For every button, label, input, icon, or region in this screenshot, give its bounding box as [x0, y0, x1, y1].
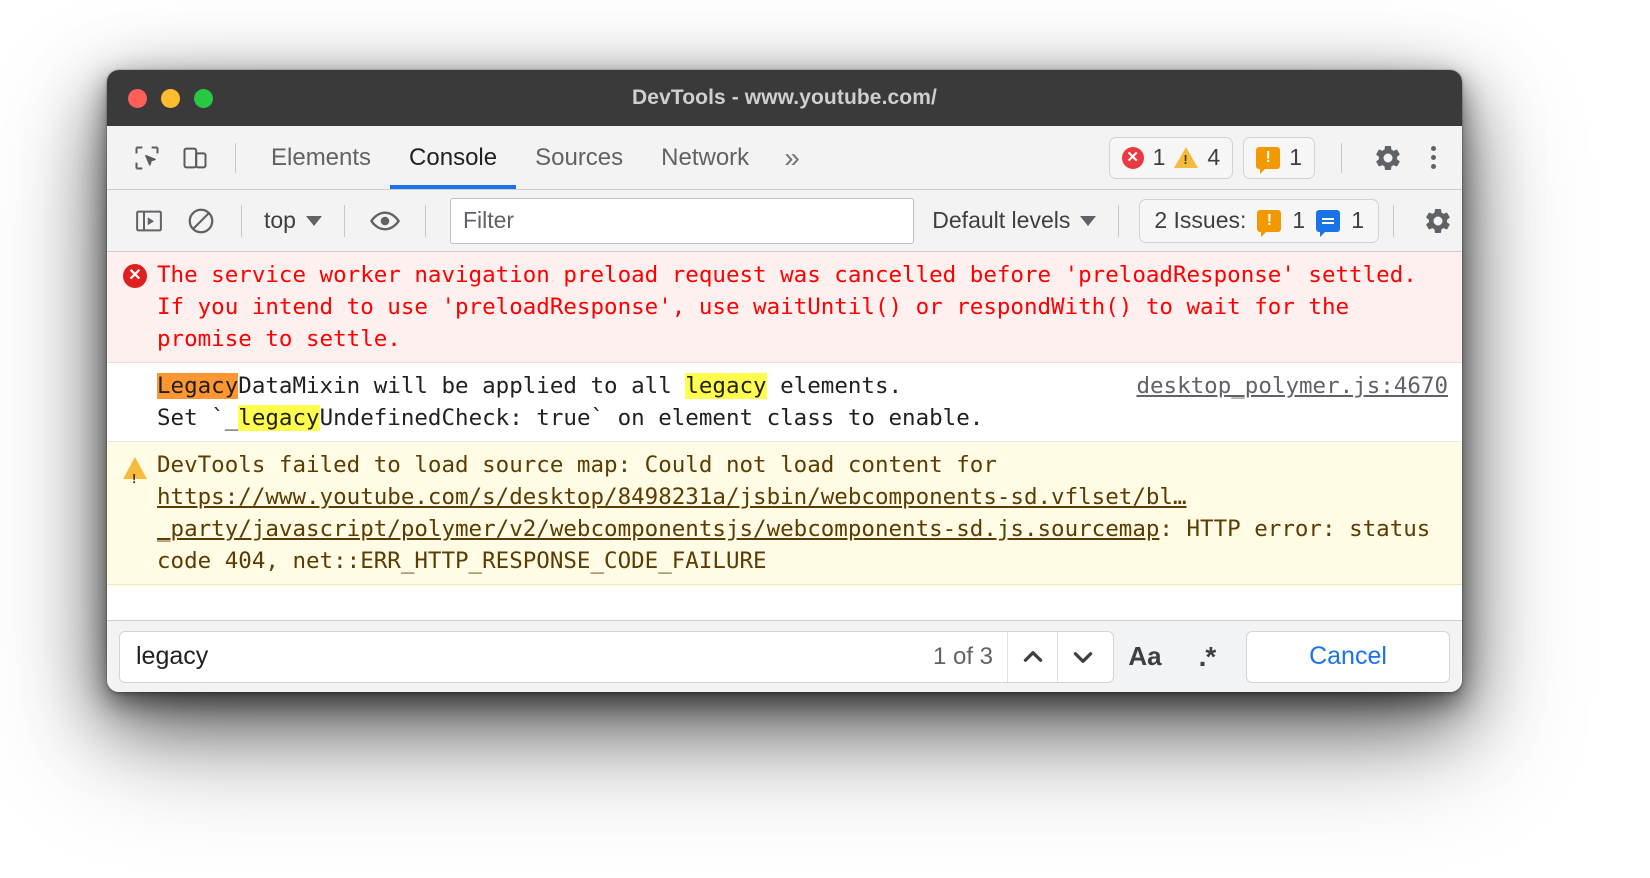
log-levels-label: Default levels	[932, 207, 1071, 233]
issues-blue-count: 1	[1351, 207, 1364, 233]
issue-badge-icon: !	[1256, 146, 1281, 174]
console-toolbar-divider-5	[1393, 204, 1394, 237]
kebab-menu-icon[interactable]	[1412, 134, 1454, 182]
info-line2-part-c: UndefinedCheck: true` on element class t…	[319, 405, 984, 431]
info-message-text: LegacyDataMixin will be applied to all l…	[157, 370, 1122, 402]
issue-badge-blue-icon	[1316, 209, 1341, 237]
console-toolbar-divider-2	[343, 204, 345, 237]
search-prev-button[interactable]	[1007, 631, 1057, 682]
console-message-list[interactable]: ✕ The service worker navigation preload …	[107, 252, 1462, 620]
console-message-error[interactable]: ✕ The service worker navigation preload …	[107, 252, 1462, 363]
error-message-text: The service worker navigation preload re…	[157, 262, 1431, 352]
tab-elements[interactable]: Elements	[252, 126, 390, 189]
source-map-url-link[interactable]: https://www.youtube.com/s/desktop/849823…	[157, 484, 1187, 542]
log-levels-selector[interactable]: Default levels	[924, 207, 1104, 234]
cancel-button[interactable]: Cancel	[1246, 630, 1450, 683]
console-toolbar-divider-4	[1118, 204, 1120, 237]
warning-count: 4	[1207, 144, 1221, 170]
tab-console[interactable]: Console	[390, 126, 517, 189]
search-input[interactable]	[136, 642, 919, 671]
chevron-double-right-icon[interactable]: »	[768, 142, 816, 174]
execution-context-label: top	[264, 207, 296, 233]
search-match-active: Legacy	[157, 373, 239, 399]
tab-network[interactable]: Network	[642, 126, 768, 189]
window-titlebar: DevTools - www.youtube.com/	[107, 70, 1462, 126]
info-text-part-b: DataMixin will be applied to all	[238, 373, 686, 399]
message-gutter: ✕	[123, 259, 157, 355]
devtools-tabbar: Elements Console Sources Network » ✕ 1 4…	[107, 126, 1462, 190]
tab-sources[interactable]: Sources	[516, 126, 642, 189]
toolbar-divider-2	[1341, 142, 1342, 173]
console-sidebar-icon[interactable]	[123, 199, 175, 243]
message-row-with-source: LegacyDataMixin will be applied to all l…	[157, 370, 1448, 402]
console-message-warning[interactable]: DevTools failed to load source map: Coul…	[107, 442, 1462, 585]
search-next-button[interactable]	[1057, 631, 1107, 682]
window-title: DevTools - www.youtube.com/	[632, 86, 937, 109]
execution-context-selector[interactable]: top	[256, 207, 330, 234]
info-text-part-d: elements.	[766, 373, 903, 399]
device-toolbar-icon[interactable]	[171, 136, 219, 180]
warning-triangle-icon	[123, 457, 147, 495]
issues-count-group[interactable]: ! 1	[1243, 136, 1315, 179]
error-warning-counts[interactable]: ✕ 1 4	[1108, 136, 1234, 179]
source-location-link[interactable]: desktop_polymer.js:4670	[1136, 370, 1448, 402]
message-gutter-3	[123, 449, 157, 577]
search-match: legacy	[685, 373, 767, 399]
info-line2-part-a: Set `_	[157, 405, 239, 431]
close-window-button[interactable]	[128, 88, 147, 108]
issues-summary-label: 2 Issues:	[1154, 207, 1247, 233]
error-circle-icon: ✕	[123, 264, 147, 288]
devtools-window: DevTools - www.youtube.com/ Elements Con…	[107, 70, 1462, 692]
console-message-info[interactable]: LegacyDataMixin will be applied to all l…	[107, 363, 1462, 442]
console-toolbar-divider	[241, 204, 242, 237]
search-match-2: legacy	[238, 405, 320, 431]
issue-count: 1	[1289, 144, 1302, 170]
console-toolbar-divider-3	[424, 204, 426, 237]
warning-prefix: DevTools failed to load source map: Coul…	[157, 452, 1011, 478]
live-expression-icon[interactable]	[359, 199, 411, 243]
issues-orange-count: 1	[1292, 207, 1306, 233]
issues-summary-button[interactable]: 2 Issues: ! 1 1	[1139, 198, 1379, 243]
console-settings-gear-icon[interactable]	[1414, 197, 1462, 245]
match-case-button[interactable]: Aa	[1114, 631, 1176, 683]
screenshot-stage: DevTools - www.youtube.com/ Elements Con…	[0, 0, 1650, 878]
error-count: 1	[1152, 144, 1166, 170]
chevron-down-icon	[305, 215, 322, 226]
filter-input[interactable]	[449, 197, 915, 244]
warning-triangle-icon	[1174, 147, 1199, 168]
message-body-2: LegacyDataMixin will be applied to all l…	[157, 370, 1448, 434]
minimize-window-button[interactable]	[161, 88, 180, 108]
search-match-count: 1 of 3	[932, 642, 993, 670]
message-body: The service worker navigation preload re…	[157, 259, 1448, 355]
message-body-3: DevTools failed to load source map: Coul…	[157, 449, 1448, 577]
console-toolbar: top Default levels 2 Issues: ! 1	[107, 190, 1462, 252]
inspect-cursor-icon[interactable]	[123, 136, 171, 180]
maximize-window-button[interactable]	[194, 88, 213, 108]
gear-icon[interactable]	[1364, 134, 1412, 182]
message-gutter-2	[123, 370, 157, 434]
regex-button[interactable]: .*	[1176, 631, 1238, 683]
issue-badge-orange-icon: !	[1257, 209, 1282, 237]
traffic-light-group	[128, 88, 213, 108]
chevron-down-icon-2	[1080, 215, 1097, 226]
clear-console-icon[interactable]	[175, 199, 227, 243]
error-circle-icon: ✕	[1121, 146, 1144, 169]
warning-message-text: DevTools failed to load source map: Coul…	[157, 449, 1448, 577]
info-message-text-line2: Set `_legacyUndefinedCheck: true` on ele…	[157, 402, 1448, 434]
toolbar-divider	[235, 142, 236, 173]
search-field-wrapper[interactable]: 1 of 3	[119, 630, 1114, 683]
console-search-bar: 1 of 3 Aa .* Cancel	[107, 620, 1462, 692]
